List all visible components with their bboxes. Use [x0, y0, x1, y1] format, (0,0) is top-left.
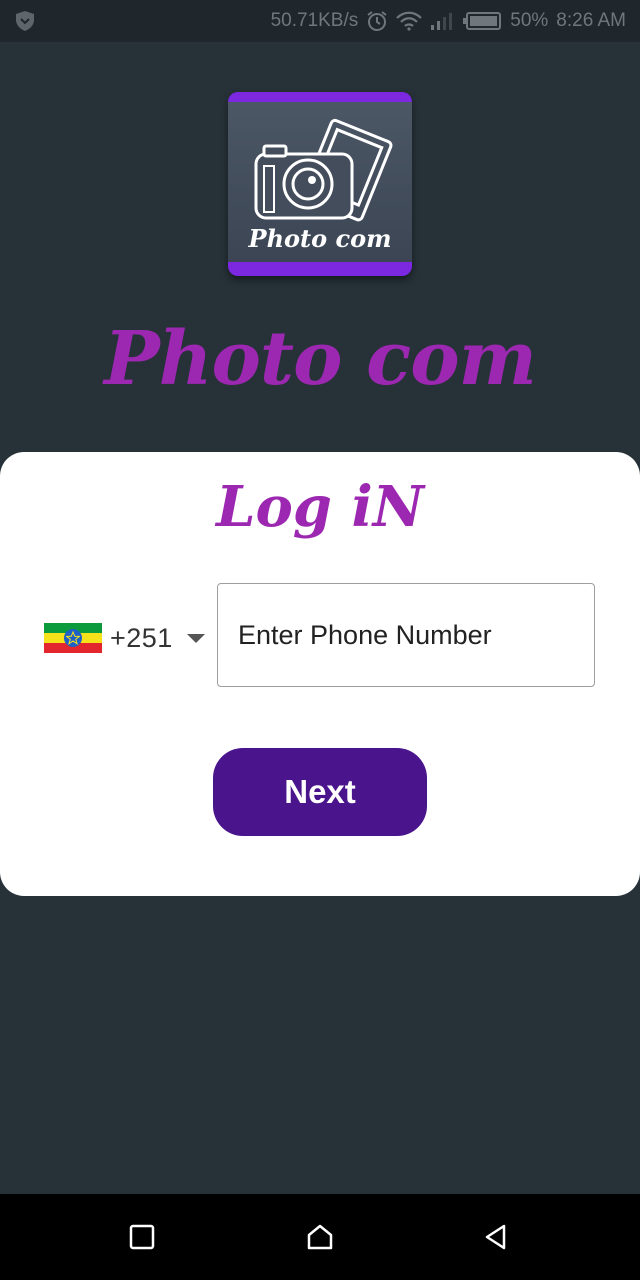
dropdown-arrow-icon: [186, 633, 205, 643]
back-icon[interactable]: [473, 1214, 519, 1260]
network-speed: 50.71KB/s: [270, 10, 359, 31]
login-title: Log iN: [216, 474, 424, 540]
battery-percent: 50%: [510, 10, 549, 31]
login-card: Log iN +251 Next: [0, 452, 640, 896]
dial-code: +251: [110, 622, 173, 653]
country-code-picker[interactable]: +251: [44, 620, 205, 656]
alarm-icon: [366, 10, 388, 32]
home-icon[interactable]: [297, 1214, 343, 1260]
status-bar: 50.71KB/s 50% 8:26 AM: [0, 0, 640, 42]
next-button[interactable]: Next: [213, 748, 427, 836]
signal-icon: [430, 11, 454, 31]
status-indicators: 50.71KB/s 50% 8:26 AM: [271, 0, 626, 42]
shield-icon: [14, 10, 36, 38]
app-logo: Photo com: [228, 92, 412, 276]
logo-label: Photo com: [248, 224, 392, 253]
battery-icon: [462, 11, 502, 31]
system-nav-bar: [0, 1194, 640, 1280]
brand-title: Photo com: [104, 316, 537, 402]
clock: 8:26 AM: [556, 10, 626, 31]
phone-number-input[interactable]: [217, 583, 595, 687]
wifi-icon: [396, 11, 423, 31]
recents-icon[interactable]: [119, 1214, 165, 1260]
ethiopia-flag-icon: [44, 623, 102, 653]
